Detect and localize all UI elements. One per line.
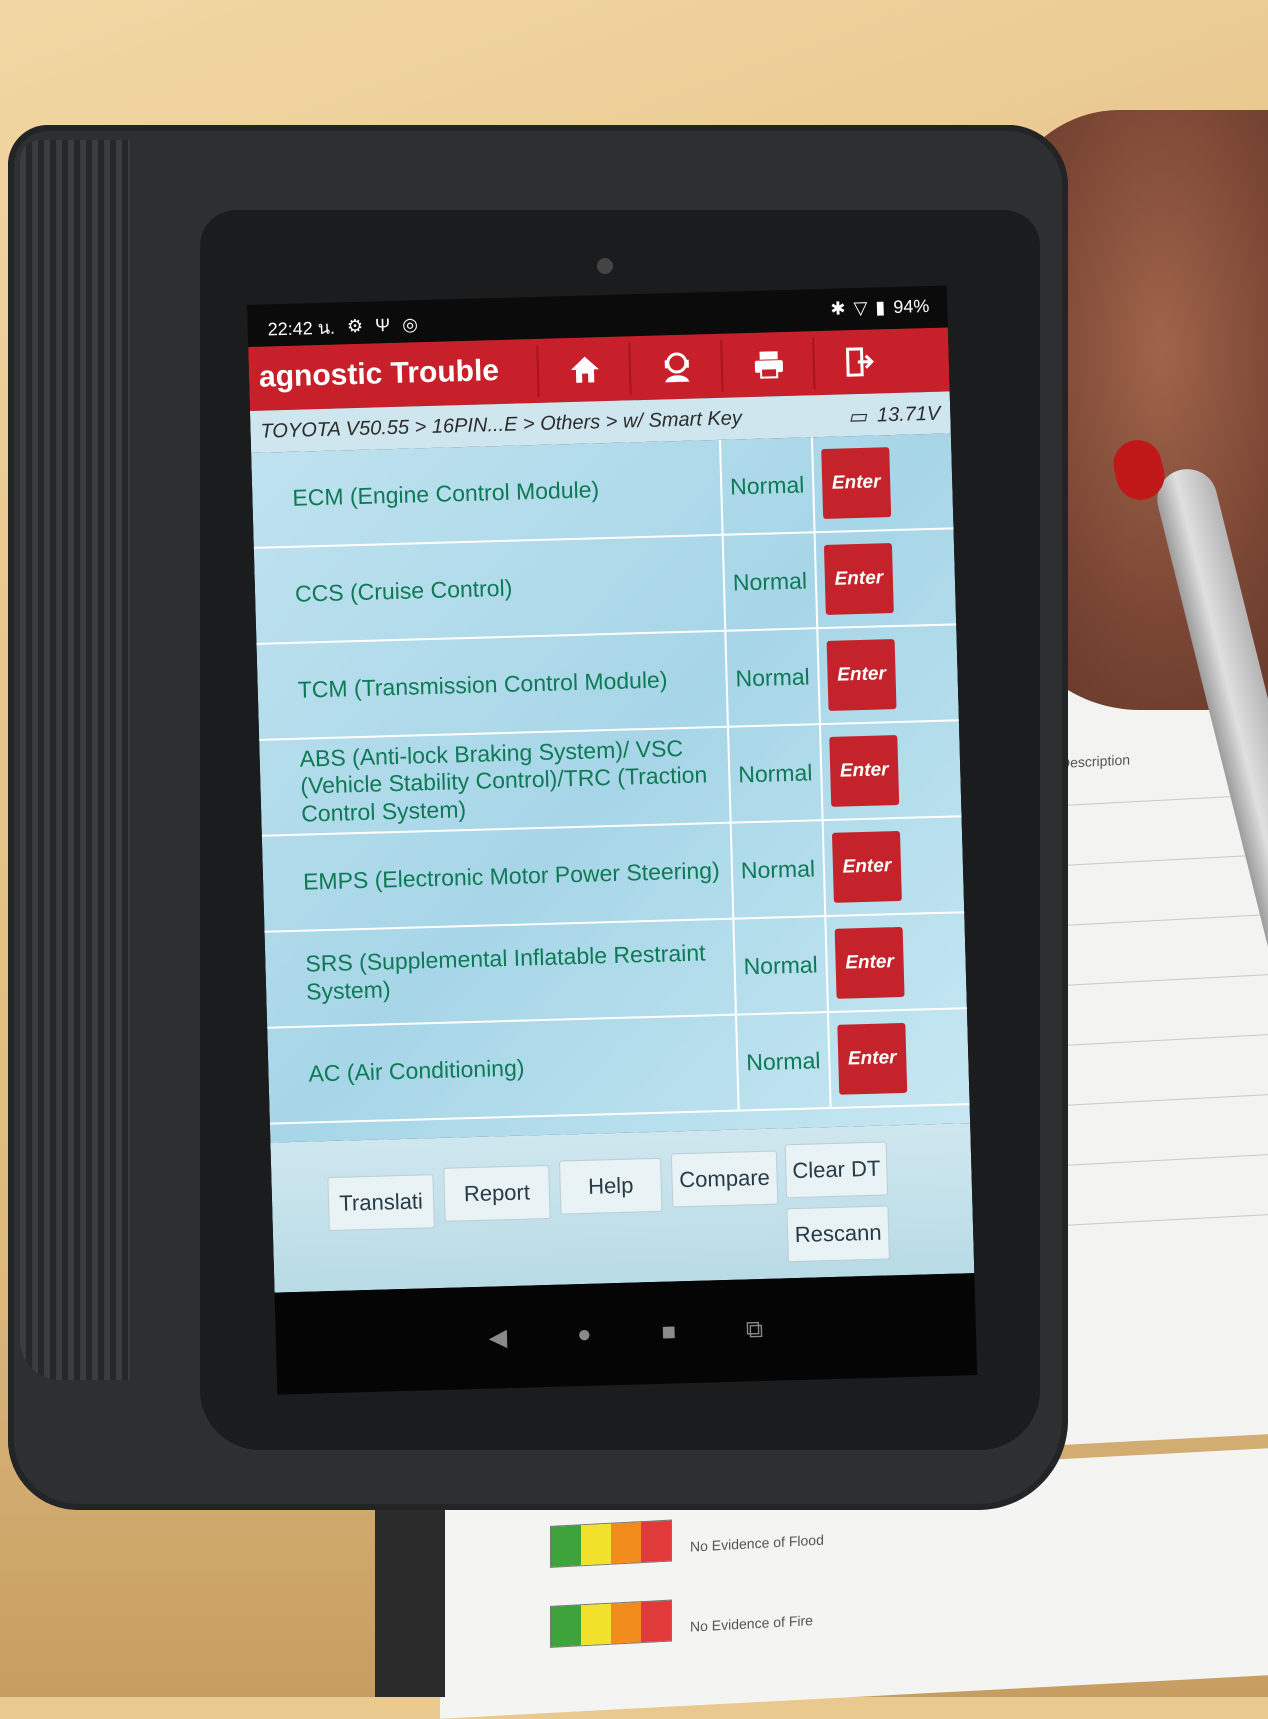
home-button[interactable] (536, 342, 632, 397)
exit-button[interactable] (812, 334, 908, 390)
translate-button[interactable]: Translati (327, 1174, 435, 1232)
system-status: Normal (718, 437, 816, 534)
fire-label: No Evidence of Fire (690, 1612, 813, 1635)
system-status: Normal (726, 725, 824, 822)
system-name: TCM (Transmission Control Module) (297, 666, 668, 703)
system-status: Normal (735, 1013, 832, 1110)
enter-button[interactable]: Enter (823, 543, 894, 615)
enter-button[interactable]: Enter (834, 926, 905, 999)
bluetooth-icon: ✱ (830, 298, 846, 319)
battery-icon: ▮ (875, 297, 886, 318)
sheet-line (1046, 1034, 1268, 1047)
remote-support-button[interactable] (628, 339, 724, 395)
battery-level: 94% (892, 295, 930, 317)
clock: 22:42 น. (267, 317, 336, 340)
sheet-description-label: Description (1060, 751, 1131, 772)
exit-icon (845, 347, 874, 377)
sheet-line (1046, 1154, 1268, 1167)
screenshot-icon[interactable]: ⧉ (746, 1316, 764, 1344)
home-icon (570, 356, 599, 383)
print-button[interactable] (720, 337, 816, 392)
alarm-icon: ◎ (401, 314, 419, 335)
sheet-line (1046, 914, 1268, 927)
print-icon (754, 351, 784, 379)
support-icon (664, 352, 690, 383)
breadcrumb: TOYOTA V50.55 > 16PIN...E > Others > w/ … (260, 407, 743, 443)
rescan-button[interactable]: Rescann (786, 1205, 890, 1263)
android-nav-bar: ◀ ● ■ ⧉ (274, 1273, 978, 1395)
front-camera (597, 258, 613, 274)
system-status: Normal (729, 821, 827, 918)
recents-icon[interactable]: ■ (661, 1318, 676, 1346)
settings-icon: ⚙ (346, 315, 364, 337)
system-list: ECM (Engine Control Module) Normal Enter… (251, 433, 971, 1143)
home-nav-icon[interactable]: ● (577, 1321, 592, 1349)
clear-dtc-button[interactable]: Clear DT (784, 1141, 889, 1199)
flood-label: No Evidence of Flood (690, 1531, 824, 1555)
condition-swatch (550, 1599, 672, 1648)
condition-swatch (550, 1519, 672, 1568)
enter-button[interactable]: Enter (826, 639, 897, 711)
battery-voltage-icon: ▭ (847, 405, 868, 429)
enter-button[interactable]: Enter (837, 1022, 908, 1095)
system-name: ABS (Anti-lock Braking System)/ VSC (Veh… (299, 734, 708, 827)
report-button[interactable]: Report (443, 1164, 551, 1222)
system-status: Normal (724, 629, 821, 726)
wifi-icon: ▽ (853, 297, 868, 319)
back-icon[interactable]: ◀ (488, 1323, 507, 1353)
sheet-line (1046, 1094, 1268, 1107)
device-grip (20, 140, 130, 1380)
system-name: CCS (Cruise Control) (294, 574, 513, 607)
system-name: EMPS (Electronic Motor Power Steering) (302, 857, 721, 895)
system-row: AC (Air Conditioning) Normal Enter (267, 1009, 970, 1125)
enter-button[interactable]: Enter (821, 447, 892, 519)
action-bar: Translati Report Help Compare Clear DT R… (270, 1123, 975, 1293)
compare-button[interactable]: Compare (670, 1150, 779, 1208)
usb-icon: Ψ (374, 315, 391, 336)
sheet-line (1046, 974, 1268, 987)
system-status: Normal (732, 917, 829, 1014)
page-title: agnostic Trouble (258, 353, 500, 394)
system-name: ECM (Engine Control Module) (292, 476, 600, 512)
enter-button[interactable]: Enter (831, 830, 902, 903)
enter-button[interactable]: Enter (829, 735, 900, 807)
system-status: Normal (721, 533, 819, 630)
sheet-line (1046, 854, 1268, 867)
system-name: SRS (Supplemental Inflatable Restraint S… (305, 939, 706, 1005)
system-name: AC (Air Conditioning) (308, 1054, 525, 1087)
help-button[interactable]: Help (559, 1157, 663, 1215)
sheet-line (1046, 1214, 1268, 1227)
tablet-screen: 22:42 น. ⚙ Ψ ◎ ✱ ▽ ▮ 94% agnostic Troubl… (247, 285, 978, 1395)
battery-voltage: 13.71V (876, 402, 941, 427)
